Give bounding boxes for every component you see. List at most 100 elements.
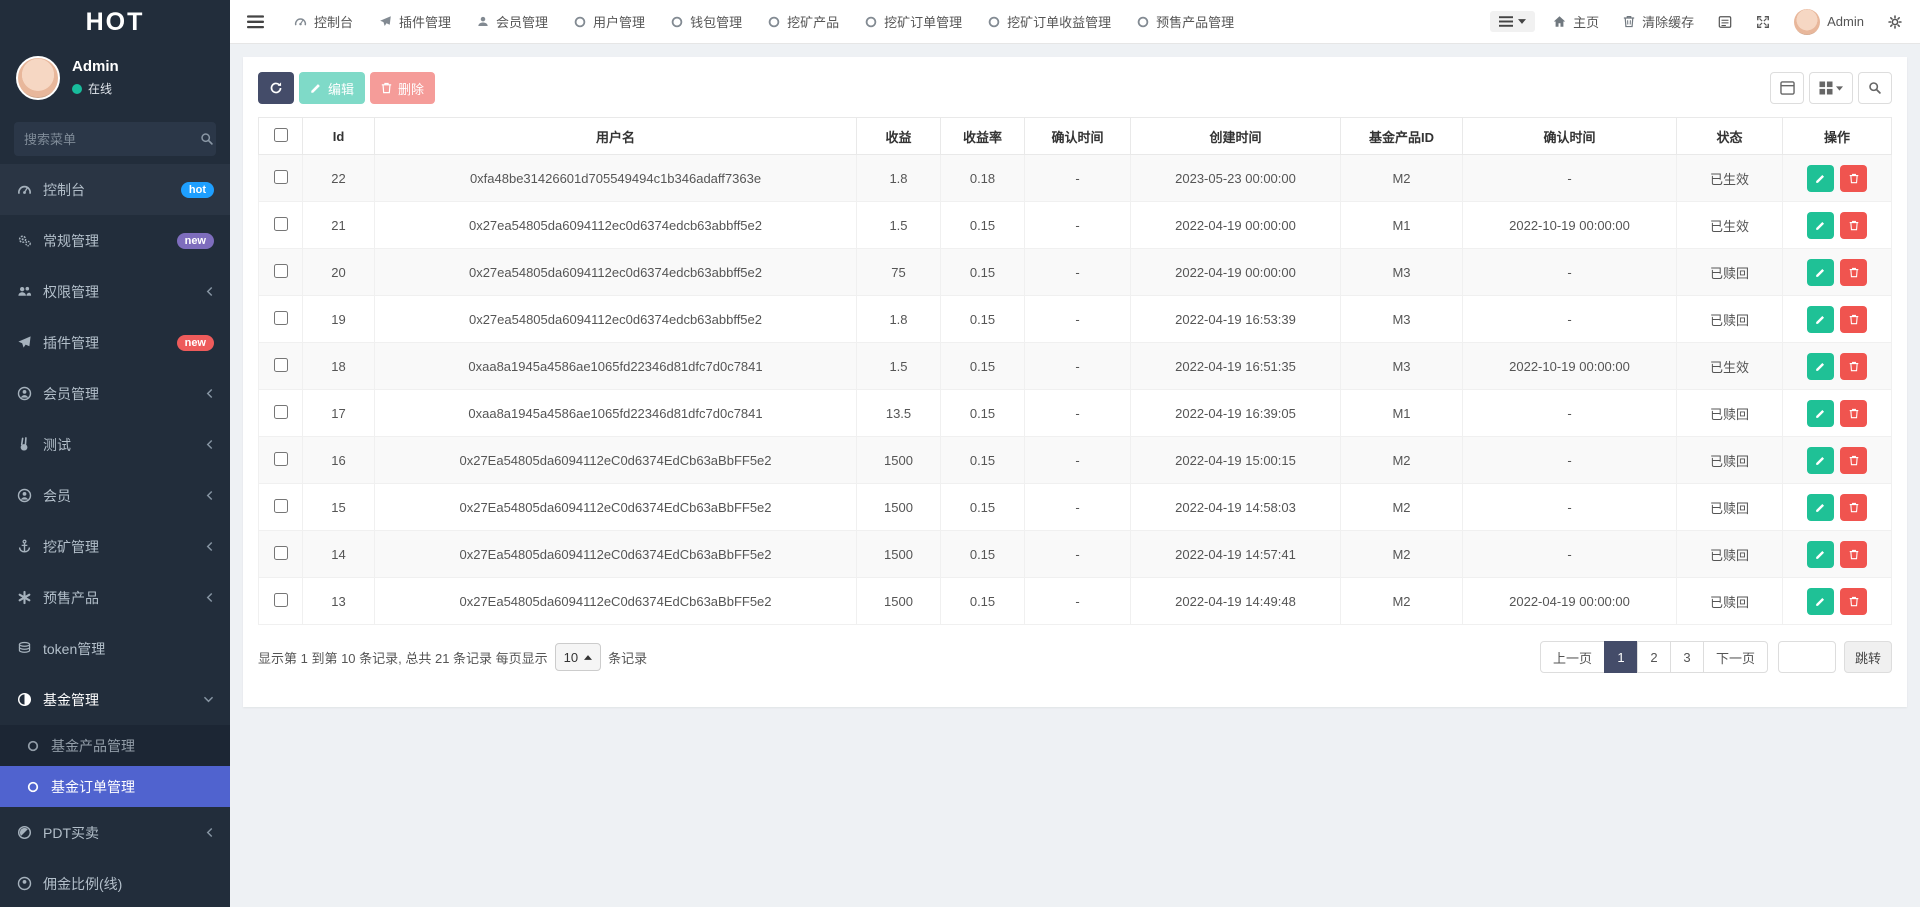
fund-orders-table: Id 用户名 收益 收益率 确认时间 创建时间 基金产品ID 确认时间 状态 操… xyxy=(258,117,1892,625)
row-checkbox[interactable] xyxy=(274,593,288,607)
avatar xyxy=(1794,9,1820,35)
table-row: 20 0x27ea54805da6094112ec0d6374edcb63abb… xyxy=(259,249,1892,296)
row-checkbox[interactable] xyxy=(274,499,288,513)
trash-icon xyxy=(1849,596,1859,607)
sidebar-item-members[interactable]: 会员管理 xyxy=(0,368,230,419)
row-checkbox[interactable] xyxy=(274,264,288,278)
row-checkbox[interactable] xyxy=(274,452,288,466)
row-checkbox[interactable] xyxy=(274,311,288,325)
pencil-icon xyxy=(1815,408,1826,419)
row-delete-button[interactable] xyxy=(1840,541,1867,568)
sidebar-item-presale[interactable]: 预售产品 xyxy=(0,572,230,623)
clear-cache-button[interactable]: 清除缓存 xyxy=(1611,0,1706,43)
topbar-tabs: 控制台 插件管理 会员管理 用户管理 钱包管理 挖矿产品 xyxy=(281,0,1247,43)
tab-wallets[interactable]: 钱包管理 xyxy=(658,0,755,43)
row-delete-button[interactable] xyxy=(1840,306,1867,333)
search-input[interactable] xyxy=(24,132,200,147)
sidebar-item-dashboard[interactable]: 控制台 hot xyxy=(0,164,230,215)
row-checkbox[interactable] xyxy=(274,405,288,419)
gear-icon[interactable] xyxy=(1876,0,1920,43)
page-size-select[interactable]: 10 xyxy=(555,643,601,671)
sidebar-item-general[interactable]: 常规管理 new xyxy=(0,215,230,266)
row-edit-button[interactable] xyxy=(1807,306,1834,333)
fullscreen-icon[interactable] xyxy=(1744,0,1782,43)
user-menu[interactable]: Admin xyxy=(1782,0,1876,43)
row-checkbox[interactable] xyxy=(274,358,288,372)
avatar[interactable] xyxy=(16,56,60,100)
circle-o-icon xyxy=(1137,16,1149,28)
trash-icon xyxy=(1849,502,1859,513)
row-delete-button[interactable] xyxy=(1840,259,1867,286)
sidebar-item-plugins[interactable]: 插件管理 new xyxy=(0,317,230,368)
dashboard-icon xyxy=(16,182,32,197)
page-2-button[interactable]: 2 xyxy=(1637,641,1671,673)
row-delete-button[interactable] xyxy=(1840,165,1867,192)
row-edit-button[interactable] xyxy=(1807,541,1834,568)
page-3-button[interactable]: 3 xyxy=(1670,641,1704,673)
row-delete-button[interactable] xyxy=(1840,588,1867,615)
page-1-button[interactable]: 1 xyxy=(1604,641,1638,673)
row-edit-button[interactable] xyxy=(1807,259,1834,286)
select-all-checkbox[interactable] xyxy=(274,128,288,142)
row-delete-button[interactable] xyxy=(1840,494,1867,521)
row-edit-button[interactable] xyxy=(1807,165,1834,192)
language-icon[interactable] xyxy=(1706,0,1744,43)
tab-mining-order-income[interactable]: 挖矿订单收益管理 xyxy=(975,0,1124,43)
tab-dashboard[interactable]: 控制台 xyxy=(281,0,366,43)
sidebar-item-test[interactable]: 测试 xyxy=(0,419,230,470)
row-edit-button[interactable] xyxy=(1807,494,1834,521)
tab-plugins[interactable]: 插件管理 xyxy=(366,0,464,43)
tab-users[interactable]: 用户管理 xyxy=(561,0,658,43)
tab-members[interactable]: 会员管理 xyxy=(464,0,561,43)
sidebar-toggle-icon[interactable] xyxy=(230,0,281,43)
jump-page-input[interactable] xyxy=(1778,641,1836,673)
refresh-button[interactable] xyxy=(258,72,294,104)
col-id: Id xyxy=(303,118,375,155)
sidebar-item-member[interactable]: 会员 xyxy=(0,470,230,521)
tab-mining-products[interactable]: 挖矿产品 xyxy=(755,0,852,43)
row-edit-button[interactable] xyxy=(1807,400,1834,427)
row-edit-button[interactable] xyxy=(1807,353,1834,380)
circle-o-icon xyxy=(865,16,877,28)
dashboard-icon xyxy=(294,15,307,28)
sidebar-item-commission[interactable]: 佣金比例(线) xyxy=(0,858,230,907)
trash-icon xyxy=(1849,549,1859,560)
home-button[interactable]: 主页 xyxy=(1541,0,1611,43)
row-delete-button[interactable] xyxy=(1840,353,1867,380)
tab-presale-products[interactable]: 预售产品管理 xyxy=(1124,0,1247,43)
row-delete-button[interactable] xyxy=(1840,212,1867,239)
sidebar-item-fund-orders[interactable]: 基金订单管理 xyxy=(0,766,230,807)
delete-button[interactable]: 删除 xyxy=(370,72,435,104)
search-toggle-button[interactable] xyxy=(1858,72,1892,104)
row-edit-button[interactable] xyxy=(1807,212,1834,239)
jump-button[interactable]: 跳转 xyxy=(1844,641,1892,673)
col-status: 状态 xyxy=(1677,118,1783,155)
table-row: 21 0x27ea54805da6094112ec0d6374edcb63abb… xyxy=(259,202,1892,249)
row-edit-button[interactable] xyxy=(1807,588,1834,615)
columns-button[interactable] xyxy=(1809,72,1853,104)
row-checkbox[interactable] xyxy=(274,217,288,231)
tab-mining-orders[interactable]: 挖矿订单管理 xyxy=(852,0,975,43)
sidebar-item-permissions[interactable]: 权限管理 xyxy=(0,266,230,317)
prev-page-button[interactable]: 上一页 xyxy=(1540,641,1605,673)
toggle-view-button[interactable] xyxy=(1770,72,1804,104)
pencil-icon xyxy=(310,82,322,94)
pencil-icon xyxy=(1815,455,1826,466)
sidebar-item-funds[interactable]: 基金管理 xyxy=(0,674,230,725)
next-page-button[interactable]: 下一页 xyxy=(1703,641,1768,673)
compass-icon xyxy=(16,825,32,840)
sidebar-item-mining[interactable]: 挖矿管理 xyxy=(0,521,230,572)
tab-list-dropdown[interactable] xyxy=(1490,11,1535,32)
home-icon xyxy=(1553,15,1566,28)
edit-button[interactable]: 编辑 xyxy=(299,72,365,104)
search-icon[interactable] xyxy=(200,132,214,146)
row-delete-button[interactable] xyxy=(1840,447,1867,474)
sidebar-item-fund-products[interactable]: 基金产品管理 xyxy=(0,725,230,766)
row-delete-button[interactable] xyxy=(1840,400,1867,427)
row-edit-button[interactable] xyxy=(1807,447,1834,474)
row-checkbox[interactable] xyxy=(274,170,288,184)
sidebar-item-token[interactable]: token管理 xyxy=(0,623,230,674)
row-checkbox[interactable] xyxy=(274,546,288,560)
sidebar-item-pdt-trade[interactable]: PDT买卖 xyxy=(0,807,230,858)
rocket-icon xyxy=(379,15,392,28)
